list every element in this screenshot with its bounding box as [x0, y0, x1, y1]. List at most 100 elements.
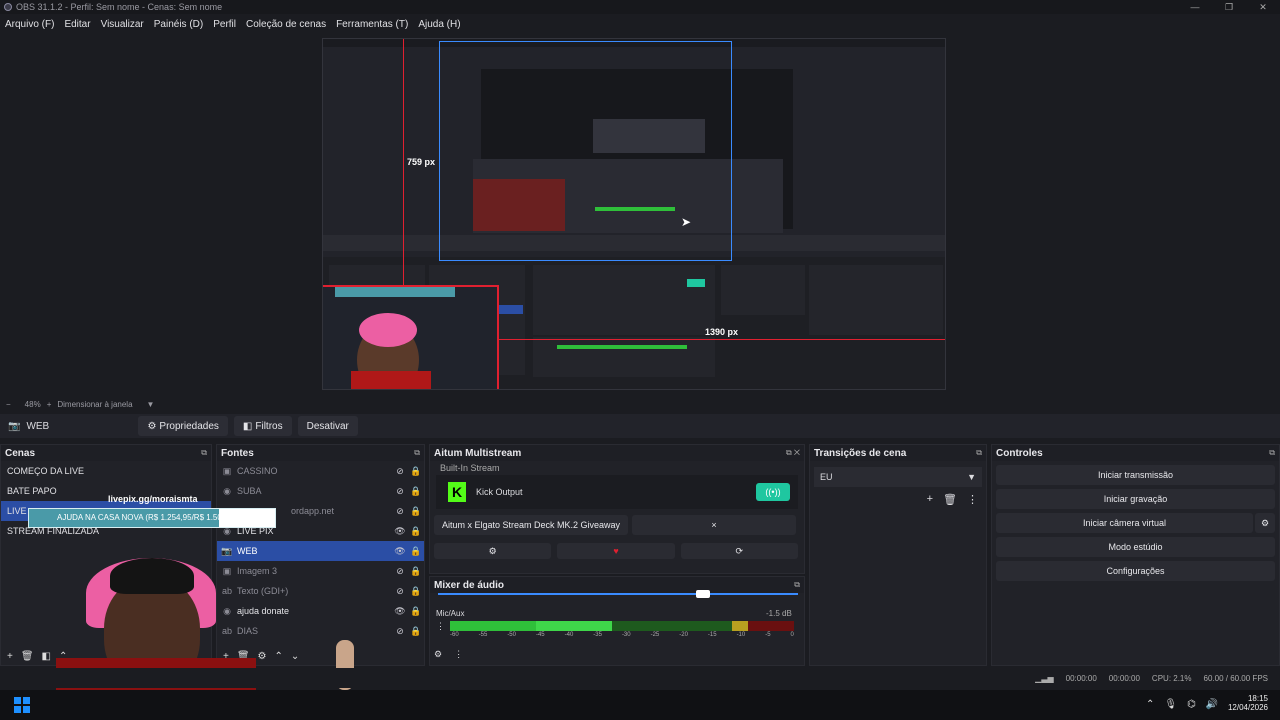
taskbar-date: 12/04/2026: [1227, 703, 1268, 712]
heart-icon[interactable]: ♥: [557, 543, 675, 559]
menu-paineis[interactable]: Painéis (D): [149, 19, 208, 30]
stream-toggle-button[interactable]: ((•)): [756, 483, 790, 501]
mic-icon[interactable]: 🎙: [1164, 699, 1177, 710]
transitions-title: Transições de cena: [814, 447, 907, 459]
lock-icon[interactable]: 🔒: [408, 506, 424, 517]
source-item[interactable]: ▣ CASSINO ⊘ 🔒: [217, 461, 424, 481]
livepix-url: livepix.gg/moraismta: [108, 494, 198, 504]
mixer-menu-icon[interactable]: ⋮: [436, 621, 445, 632]
mouse-cursor-icon: ➤: [681, 215, 692, 229]
obs-logo-icon: [4, 3, 12, 11]
lock-icon[interactable]: 🔒: [408, 586, 424, 597]
undock-icon[interactable]: ⧉: [794, 580, 800, 590]
undock-icon[interactable]: ⧉ ✕: [786, 448, 800, 458]
builtin-stream-label: Built-In Stream: [440, 463, 500, 473]
controls-dock: Controles ⧉ Iniciar transmissão Iniciar g…: [991, 444, 1280, 666]
menu-ajuda[interactable]: Ajuda (H): [413, 19, 465, 30]
start-streaming-button[interactable]: Iniciar transmissão: [996, 465, 1275, 485]
hidden-eye-icon[interactable]: ⊘: [392, 626, 408, 637]
menu-perfil[interactable]: Perfil: [208, 19, 241, 30]
hidden-eye-icon[interactable]: ⊘: [392, 466, 408, 477]
add-icon[interactable]: +: [7, 651, 13, 662]
settings-button[interactable]: Configurações: [996, 561, 1275, 581]
hidden-eye-icon[interactable]: ⊘: [392, 486, 408, 497]
menu-ferramentas[interactable]: Ferramentas (T): [331, 19, 413, 30]
mixer-title: Mixer de áudio: [434, 579, 505, 591]
hidden-eye-icon[interactable]: ⊘: [392, 586, 408, 597]
deactivate-button[interactable]: Desativar: [297, 416, 358, 436]
undock-icon[interactable]: ⧉: [201, 448, 207, 458]
volume-slider-handle[interactable]: [696, 590, 710, 598]
chevron-down-icon: ▼: [967, 472, 976, 482]
lock-icon[interactable]: 🔒: [408, 606, 424, 617]
gear-icon[interactable]: ⚙: [1255, 513, 1275, 533]
transition-select[interactable]: EU ▼: [814, 467, 982, 487]
eye-icon[interactable]: 👁: [392, 526, 408, 537]
more-icon[interactable]: ⋮: [967, 493, 978, 506]
menu-editar[interactable]: Editar: [59, 19, 95, 30]
menu-colecao[interactable]: Coleção de cenas: [241, 19, 331, 30]
studio-mode-button[interactable]: Modo estúdio: [996, 537, 1275, 557]
scene-item[interactable]: COMEÇO DA LIVE: [1, 461, 211, 481]
trash-icon[interactable]: 🗑: [943, 493, 957, 506]
rec-time: 00:00:00: [1108, 673, 1140, 683]
lock-icon[interactable]: 🔒: [408, 466, 424, 477]
webcam-source-selected[interactable]: [323, 285, 499, 389]
lock-icon[interactable]: 🔒: [408, 626, 424, 637]
add-icon[interactable]: +: [927, 493, 933, 506]
volume-icon[interactable]: 🔊: [1206, 699, 1218, 710]
move-down-icon[interactable]: ⌄: [291, 651, 299, 662]
current-source-name: WEB: [26, 420, 50, 432]
eye-icon[interactable]: 👁: [392, 606, 408, 617]
gear-icon[interactable]: ⚙: [434, 543, 552, 559]
start-virtual-camera-button[interactable]: Iniciar câmera virtual: [996, 513, 1253, 533]
start-recording-button[interactable]: Iniciar gravação: [996, 489, 1275, 509]
trash-icon[interactable]: 🗑: [21, 651, 34, 662]
zoom-value: 48%: [24, 399, 41, 409]
windows-start-icon[interactable]: [14, 697, 30, 713]
zoom-out-button[interactable]: −: [6, 400, 11, 409]
volume-slider[interactable]: [438, 593, 798, 595]
hidden-eye-icon[interactable]: ⊘: [392, 506, 408, 517]
gear-icon: ⚙: [147, 420, 157, 432]
taskbar: ⌃ 🎙 ⌬ 🔊 18:15 12/04/2026: [0, 690, 1280, 720]
source-item[interactable]: ◉ SUBA ⊘ 🔒: [217, 481, 424, 501]
close-giveaway-button[interactable]: ×: [632, 515, 796, 535]
minimize-icon[interactable]: —: [1178, 0, 1212, 14]
menu-visualizar[interactable]: Visualizar: [96, 19, 149, 30]
undock-icon[interactable]: ⧉: [976, 448, 982, 458]
refresh-icon[interactable]: ⟳: [680, 543, 798, 559]
meter-scale: -60 -55 -50 -45 -40 -35 -30 -25 -20 -15 -10 -5 0: [450, 632, 794, 638]
move-up-icon[interactable]: ⌃: [275, 651, 283, 662]
eye-icon[interactable]: 👁: [392, 546, 408, 557]
chevron-up-icon[interactable]: ⌃: [1146, 699, 1154, 710]
undock-icon[interactable]: ⧉: [414, 448, 420, 458]
undock-icon[interactable]: ⧉: [1269, 448, 1275, 458]
preview-canvas[interactable]: 759 px 1390 px ➤: [322, 38, 946, 390]
filter-icon: ◧: [242, 420, 253, 432]
multistream-title: Aitum Multistream: [434, 447, 522, 459]
menu-arquivo[interactable]: Arquivo (F): [0, 19, 59, 30]
lock-icon[interactable]: 🔒: [408, 566, 424, 577]
network-icon[interactable]: ⌬: [1187, 699, 1196, 710]
transitions-dock: Transições de cena ⧉ EU ▼ + 🗑 ⋮: [809, 444, 987, 666]
giveaway-button[interactable]: Aitum x Elgato Stream Deck MK.2 Giveaway: [434, 515, 628, 535]
audio-mixer-dock: Mixer de áudio ⧉ Mic/Aux -1.5 dB -60 -55 -5…: [429, 576, 805, 666]
zoom-in-button[interactable]: +: [47, 400, 52, 409]
chevron-down-icon[interactable]: ▼: [147, 400, 155, 409]
more-icon[interactable]: ⋮: [454, 649, 463, 660]
lock-icon[interactable]: 🔒: [408, 486, 424, 497]
hidden-eye-icon[interactable]: ⊘: [392, 566, 408, 577]
scale-to-window[interactable]: Dimensionar à janela: [57, 400, 132, 409]
close-icon[interactable]: ✕: [1246, 0, 1280, 14]
guide-line-vertical: [403, 39, 404, 287]
camera-icon: 📷: [8, 420, 21, 432]
properties-button[interactable]: ⚙ Propriedades: [138, 416, 228, 436]
lock-icon[interactable]: 🔒: [408, 546, 424, 557]
mixer-settings-icon[interactable]: ⚙: [434, 649, 442, 660]
filters-button[interactable]: ◧ Filtros: [233, 416, 292, 436]
stream-time: 00:00:00: [1065, 673, 1097, 683]
lock-icon[interactable]: 🔒: [408, 526, 424, 537]
source-toolbar: 📷 WEB ⚙ Propriedades ◧ Filtros Desativar: [0, 414, 1280, 438]
maximize-icon[interactable]: ❐: [1212, 0, 1246, 14]
